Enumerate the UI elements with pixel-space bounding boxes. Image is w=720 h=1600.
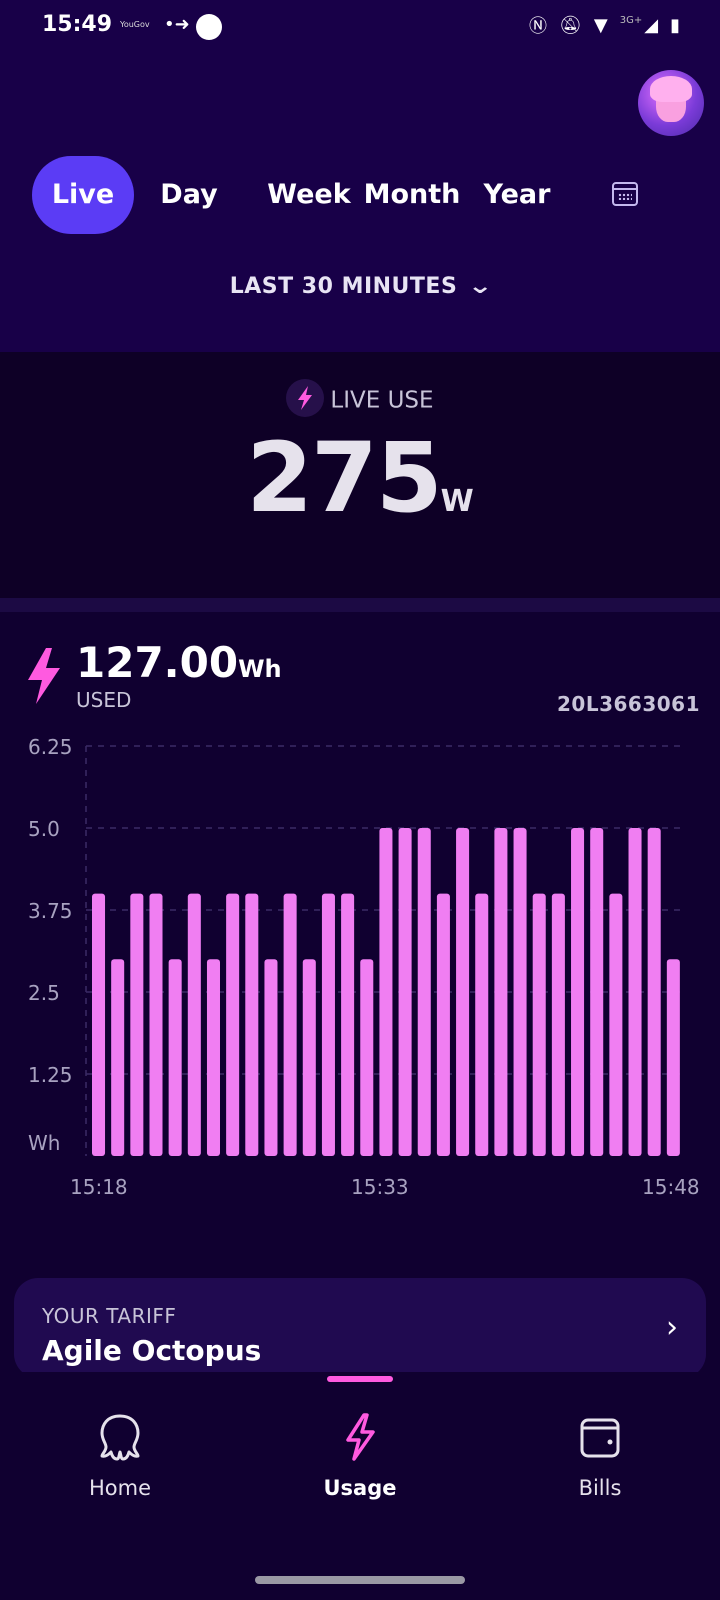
tariff-name: Agile Octopus: [42, 1334, 262, 1367]
chart-bar[interactable]: [245, 893, 259, 1156]
y-tick-label: 5.0: [28, 817, 60, 841]
live-use-label: LIVE USE: [330, 387, 434, 414]
tariff-label: YOUR TARIFF: [42, 1304, 177, 1328]
battery-icon: ▮: [670, 14, 680, 36]
range-dropdown[interactable]: LAST 30 MINUTES ⌄: [0, 274, 720, 299]
live-use-panel: LIVE USE 275W: [0, 352, 720, 598]
mute-icon: 🔕︎: [559, 14, 582, 36]
bottom-navigation: Home Usage Bills: [0, 1372, 720, 1600]
tab-month[interactable]: Month: [362, 156, 462, 234]
nav-home-label: Home: [88, 1476, 151, 1500]
chart-bar[interactable]: [360, 959, 374, 1156]
nav-active-indicator: [327, 1376, 393, 1382]
chart-bar[interactable]: [398, 828, 412, 1156]
y-tick-label: 3.75: [28, 899, 73, 923]
gesture-home-bar[interactable]: [255, 1576, 465, 1584]
status-time: 15:49: [42, 12, 113, 37]
x-tick-label: 15:48: [642, 1175, 700, 1199]
chart-bar[interactable]: [341, 893, 355, 1156]
chart-bar[interactable]: [130, 893, 144, 1156]
live-use-unit: W: [440, 484, 474, 519]
chart-bar[interactable]: [475, 893, 489, 1156]
wallet-icon: [580, 1418, 620, 1458]
range-label: LAST 30 MINUTES: [229, 274, 458, 299]
x-tick-label: 15:18: [70, 1175, 128, 1199]
chart-bar[interactable]: [302, 959, 316, 1156]
yougov-notification-icon: YouGov: [120, 20, 150, 29]
nav-usage-label: Usage: [323, 1476, 397, 1500]
chart-bar[interactable]: [111, 959, 125, 1156]
usage-bar-chart: 6.25 5.0 3.75 2.5 1.25 Wh 15:18 15:33 15:48: [28, 735, 700, 1199]
usage-header: Live Day Week Month Year LAST 30 MINUTES…: [0, 54, 720, 352]
chart-bar[interactable]: [321, 893, 335, 1156]
used-number: 127.00: [76, 638, 239, 687]
y-tick-label: 6.25: [28, 735, 73, 759]
chart-bar[interactable]: [590, 828, 604, 1156]
usage-section: 127.00Wh USED 20L3663061 6.25 5.0 3.75 2.5 1…: [0, 612, 720, 1352]
nav-usage[interactable]: Usage: [280, 1412, 440, 1500]
chart-bar[interactable]: [92, 893, 106, 1156]
signal-icon: ◢: [644, 14, 659, 36]
chart-bar[interactable]: [551, 893, 565, 1156]
used-label: USED: [76, 688, 132, 712]
nav-bills-label: Bills: [578, 1476, 622, 1500]
live-use-number: 275: [246, 422, 442, 534]
chart-bar[interactable]: [666, 959, 680, 1156]
calendar-icon[interactable]: [612, 182, 638, 206]
chart-bar[interactable]: [628, 828, 642, 1156]
meter-serial: 20L3663061: [557, 692, 700, 716]
tab-week[interactable]: Week: [254, 156, 364, 234]
chevron-right-icon: ›: [666, 1310, 678, 1345]
live-use-value: 275W: [0, 422, 720, 534]
chevron-down-icon: ⌄: [467, 274, 495, 299]
octopus-icon: [100, 1414, 140, 1461]
chart-bar[interactable]: [513, 828, 527, 1156]
chart-bar[interactable]: [379, 828, 393, 1156]
chart-bar[interactable]: [647, 828, 661, 1156]
chart-bar[interactable]: [417, 828, 431, 1156]
chart-bar[interactable]: [609, 893, 623, 1156]
period-tabs: Live Day Week Month Year: [32, 156, 692, 234]
y-tick-label: Wh: [28, 1131, 60, 1155]
chart-bar[interactable]: [532, 893, 546, 1156]
chart-bar[interactable]: [206, 959, 220, 1156]
nav-bills[interactable]: Bills: [520, 1412, 680, 1500]
tab-live[interactable]: Live: [32, 156, 134, 234]
used-unit: Wh: [238, 655, 282, 683]
avatar-hair: [650, 76, 692, 102]
tariff-card[interactable]: YOUR TARIFF Agile Octopus ›: [14, 1278, 706, 1378]
profile-avatar[interactable]: [638, 70, 704, 136]
bolt-icon: [28, 648, 60, 704]
chart-bar[interactable]: [494, 828, 508, 1156]
tab-day[interactable]: Day: [144, 156, 234, 234]
section-divider: [0, 598, 720, 612]
used-total: 127.00Wh: [76, 638, 282, 687]
nav-home[interactable]: Home: [40, 1412, 200, 1500]
chart-bar[interactable]: [436, 893, 450, 1156]
chart-bar[interactable]: [226, 893, 240, 1156]
chart-bar[interactable]: [283, 893, 297, 1156]
notification-arrow-icon: •➜: [164, 14, 190, 35]
status-bar: 15:49 YouGov •➜ Ⓝ 🔕︎ ▼ 3G+ ◢ ▮: [0, 0, 720, 54]
network-type-label: 3G+: [619, 14, 643, 26]
x-tick-label: 15:33: [351, 1175, 409, 1199]
chart-bar[interactable]: [168, 959, 182, 1156]
chart-bar[interactable]: [571, 828, 585, 1156]
notification-dot-icon: [196, 14, 222, 40]
live-use-heading: LIVE USE: [0, 379, 720, 420]
tab-year[interactable]: Year: [472, 156, 562, 234]
wifi-icon: ▼: [593, 14, 608, 36]
status-icons: Ⓝ 🔕︎ ▼ 3G+ ◢ ▮: [529, 12, 680, 38]
chart-bar[interactable]: [187, 893, 201, 1156]
chart-bar[interactable]: [149, 893, 163, 1156]
y-tick-label: 2.5: [28, 981, 60, 1005]
bolt-icon: [286, 379, 325, 417]
y-tick-label: 1.25: [28, 1063, 73, 1087]
nfc-icon: Ⓝ: [529, 16, 548, 37]
chart-bar[interactable]: [456, 828, 470, 1156]
chart-bar[interactable]: [264, 959, 278, 1156]
bolt-icon: [346, 1413, 375, 1461]
